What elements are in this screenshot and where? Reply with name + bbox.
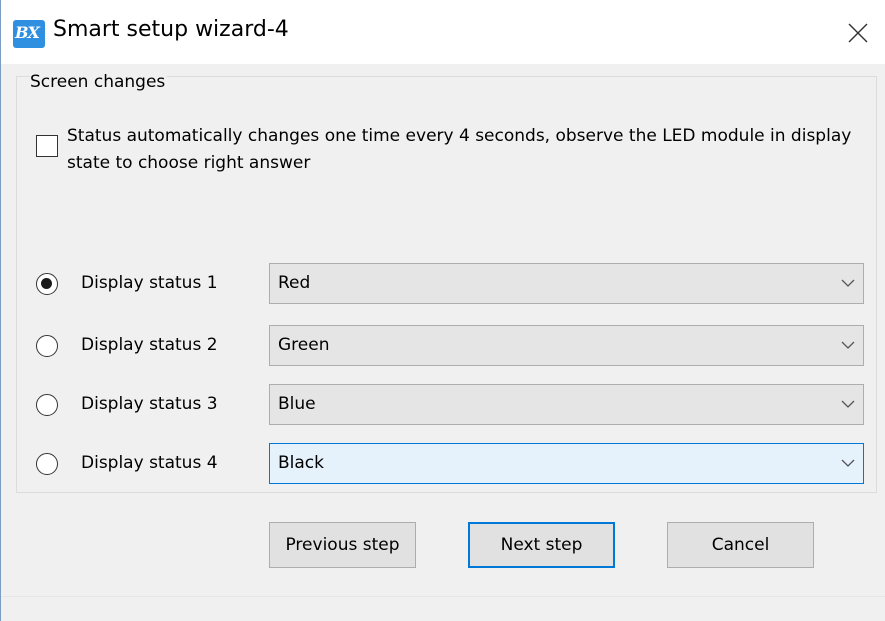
status-2-radio[interactable] [36,335,58,357]
chevron-down-icon [841,341,855,349]
radio-selected-dot [41,278,52,289]
close-button[interactable] [839,14,877,52]
status-3-value: Blue [278,394,316,414]
status-row-2: Display status 2 Green [1,325,885,369]
status-1-radio[interactable] [36,273,58,295]
chevron-down-icon [841,400,855,408]
status-1-dropdown[interactable]: Red [269,263,864,304]
status-1-label: Display status 1 [81,273,218,293]
close-icon [848,23,868,43]
cancel-button[interactable]: Cancel [667,522,814,568]
status-2-value: Green [278,335,330,355]
title-bar: BX Smart setup wizard-4 [1,0,885,64]
status-4-value: Black [278,453,324,473]
status-4-label: Display status 4 [81,453,218,473]
window-title: Smart setup wizard-4 [53,17,289,42]
status-4-radio[interactable] [36,453,58,475]
status-row-3: Display status 3 Blue [1,384,885,428]
status-3-dropdown[interactable]: Blue [269,384,864,425]
status-2-dropdown[interactable]: Green [269,325,864,366]
app-logo-icon: BX [13,20,45,48]
next-step-button[interactable]: Next step [468,522,615,568]
previous-step-button[interactable]: Previous step [269,522,416,568]
status-bar-divider [1,596,885,597]
app-logo-text: BX [15,23,40,42]
status-4-dropdown[interactable]: Black [269,443,864,484]
chevron-down-icon [841,459,855,467]
group-title: Screen changes [30,72,168,92]
status-row-1: Display status 1 Red [1,263,885,307]
auto-change-checkbox[interactable] [36,135,58,157]
auto-change-label: Status automatically changes one time ev… [67,126,852,173]
status-1-value: Red [278,273,311,293]
status-row-4: Display status 4 Black [1,443,885,487]
wizard-window: BX Smart setup wizard-4 Screen changes S… [0,0,885,621]
status-3-label: Display status 3 [81,394,218,414]
status-3-radio[interactable] [36,394,58,416]
status-2-label: Display status 2 [81,335,218,355]
chevron-down-icon [841,279,855,287]
